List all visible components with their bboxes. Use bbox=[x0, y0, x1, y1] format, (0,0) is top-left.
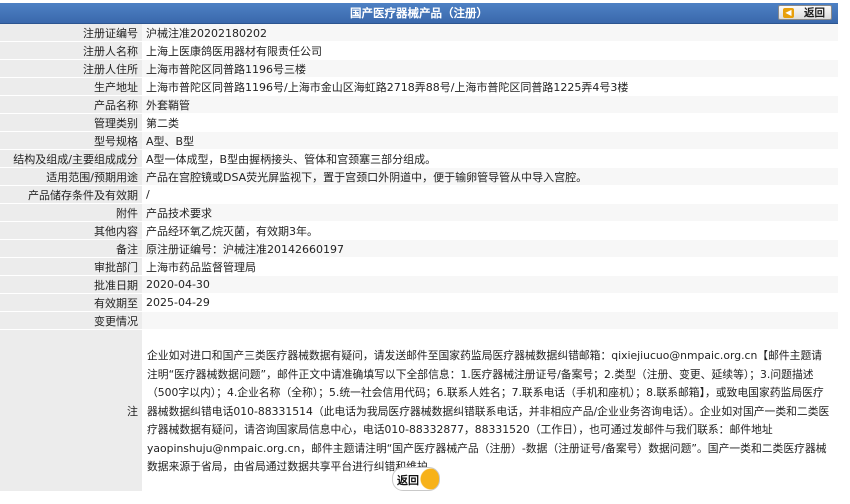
info-row: 产品储存条件及有效期 / bbox=[0, 185, 838, 204]
info-row: 其他内容 产品经环氧乙烷灭菌，有效期3年。 bbox=[0, 221, 838, 240]
field-label: 附件 bbox=[0, 203, 142, 222]
info-row: 注册人名称 上海上医康鸽医用器材有限责任公司 bbox=[0, 41, 838, 60]
field-label: 备注 bbox=[0, 239, 142, 258]
field-label: 注册证编号 bbox=[0, 24, 142, 42]
field-label: 注册人住所 bbox=[0, 59, 142, 78]
info-row: 审批部门 上海市药品监督管理局 bbox=[0, 257, 838, 276]
info-row: 备注 原注册证编号：沪械注准20142660197 bbox=[0, 239, 838, 258]
field-value: 产品在宫腔镜或DSA荧光屏监视下，置于宫颈口外阴道中，便于输卵管导管从中导入宫腔… bbox=[142, 167, 838, 186]
info-row: 适用范围/预期用途 产品在宫腔镜或DSA荧光屏监视下，置于宫颈口外阴道中，便于输卵… bbox=[0, 167, 838, 186]
field-value: A型、B型 bbox=[142, 131, 838, 150]
field-value: 上海上医康鸽医用器材有限责任公司 bbox=[142, 41, 838, 60]
field-label: 适用范围/预期用途 bbox=[0, 167, 142, 186]
field-value: 产品技术要求 bbox=[142, 203, 838, 222]
field-label: 变更情况 bbox=[0, 311, 142, 330]
field-label: 有效期至 bbox=[0, 293, 142, 312]
field-label: 批准日期 bbox=[0, 275, 142, 294]
info-row: 注册证编号 沪械注准20202180202 bbox=[0, 24, 838, 42]
field-label: 审批部门 bbox=[0, 257, 142, 276]
field-value: 上海市普陀区同普路1196号三楼 bbox=[142, 59, 838, 78]
field-label: 其他内容 bbox=[0, 221, 142, 240]
back-button-bottom[interactable]: 返回 bbox=[392, 467, 440, 491]
title-bar: 国产医疗器械产品（注册） ◀ 返回 bbox=[0, 3, 838, 24]
field-value bbox=[142, 311, 838, 330]
back-button-label: 返回 bbox=[804, 7, 825, 19]
info-row: 结构及组成/主要组成成分 A型一体成型，B型由握柄接头、管体和宫颈塞三部分组成。 bbox=[0, 149, 838, 168]
info-row: 批准日期 2020-04-30 bbox=[0, 275, 838, 294]
info-row: 产品名称 外套鞘管 bbox=[0, 95, 838, 114]
field-label: 管理类别 bbox=[0, 113, 142, 132]
back-arrow-icon: ◀ bbox=[783, 8, 794, 18]
field-label: 型号规格 bbox=[0, 131, 142, 150]
field-label: 结构及组成/主要组成成分 bbox=[0, 149, 142, 168]
info-row: 有效期至 2025-04-29 bbox=[0, 293, 838, 312]
page-title: 国产医疗器械产品（注册） bbox=[350, 6, 488, 20]
note-label: 注 bbox=[0, 329, 142, 492]
field-value: A型一体成型，B型由握柄接头、管体和宫颈塞三部分组成。 bbox=[142, 149, 838, 168]
field-value: 上海市药品监督管理局 bbox=[142, 257, 838, 276]
note-text: 企业如对进口和国产三类医疗器械数据有疑问，请发送邮件至国家药监局医疗器械数据纠错… bbox=[142, 329, 838, 492]
field-value: 产品经环氧乙烷灭菌，有效期3年。 bbox=[142, 221, 838, 240]
field-label: 生产地址 bbox=[0, 77, 142, 96]
field-value: 外套鞘管 bbox=[142, 95, 838, 114]
field-label: 注册人名称 bbox=[0, 41, 142, 60]
info-row: 生产地址 上海市普陀区同普路1196号/上海市金山区海虹路2718弄88号/上海市… bbox=[0, 77, 838, 96]
detail-page: 国产医疗器械产品（注册） ◀ 返回 注册证编号 沪械注准20202180202 注册… bbox=[0, 0, 838, 504]
info-row: 注册人住所 上海市普陀区同普路1196号三楼 bbox=[0, 59, 838, 78]
product-info-table: 注册证编号 沪械注准20202180202 注册人名称 上海上医康鸽医用器材有限责任公… bbox=[0, 24, 838, 492]
field-value: 上海市普陀区同普路1196号/上海市金山区海虹路2718弄88号/上海市普陀区同… bbox=[142, 77, 838, 96]
info-row: 管理类别 第二类 bbox=[0, 113, 838, 132]
field-value: 2020-04-30 bbox=[142, 275, 838, 294]
field-label: 产品名称 bbox=[0, 95, 142, 114]
back-button-bottom-label: 返回 bbox=[397, 474, 419, 487]
field-value: 第二类 bbox=[142, 113, 838, 132]
field-value: / bbox=[142, 185, 838, 204]
info-row: 型号规格 A型、B型 bbox=[0, 131, 838, 150]
field-value: 沪械注准20202180202 bbox=[142, 24, 838, 42]
field-label: 产品储存条件及有效期 bbox=[0, 185, 142, 204]
field-value: 2025-04-29 bbox=[142, 293, 838, 312]
info-row: 附件 产品技术要求 bbox=[0, 203, 838, 222]
field-value: 原注册证编号：沪械注准20142660197 bbox=[142, 239, 838, 258]
info-row: 变更情况 bbox=[0, 311, 838, 330]
back-button-top[interactable]: ◀ 返回 bbox=[778, 5, 832, 20]
